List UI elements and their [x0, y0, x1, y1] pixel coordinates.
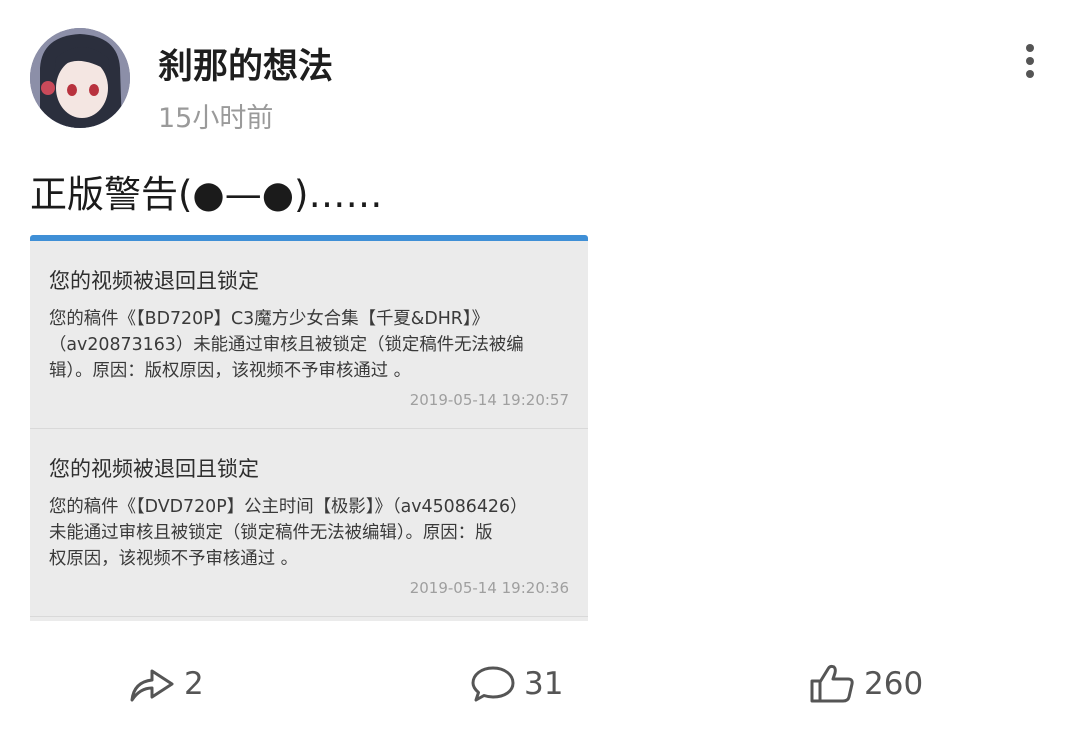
notice-item: 您的视频被退回且锁定 您的稿件《【BD720P】C3魔方少女合集【千夏&DHR】…	[30, 241, 588, 429]
share-count: 2	[184, 666, 204, 702]
comment-button[interactable]: 31	[470, 652, 563, 716]
action-bar: 2 31 260	[0, 652, 1080, 716]
notice-time: 2019-05-14 19:20:57	[409, 391, 569, 409]
share-button[interactable]: 2	[128, 652, 204, 716]
notice-body: 您的稿件《【DVD720P】公主时间【极影】》（av45086426） 未能通过…	[49, 497, 528, 569]
post-timestamp: 15小时前	[158, 103, 274, 134]
attached-screenshot[interactable]: 您的视频被退回且锁定 您的稿件《【BD720P】C3魔方少女合集【千夏&DHR】…	[30, 235, 588, 621]
avatar-image	[30, 28, 130, 128]
share-arrow-icon	[130, 669, 174, 702]
notice-title: 您的视频被退回且锁定	[49, 457, 259, 481]
comment-bubble-icon	[471, 666, 515, 702]
notice-item: 您的视频被退回且锁定 您的稿件《【DVD720P】公主时间【极影】》（av450…	[30, 429, 588, 617]
notice-title: 您的视频被退回且锁定	[49, 269, 259, 293]
post-text: 正版警告(●—●)……	[30, 173, 383, 216]
more-options-button[interactable]	[1010, 38, 1050, 84]
like-count: 260	[864, 666, 924, 702]
notice-body: 您的稿件《【BD720P】C3魔方少女合集【千夏&DHR】》 （av208731…	[49, 309, 524, 381]
more-vertical-icon	[1026, 44, 1034, 52]
avatar[interactable]	[30, 28, 130, 128]
thumbs-up-icon	[810, 664, 854, 703]
post-header: 刹那的想法 15小时前	[0, 0, 1080, 140]
comment-count: 31	[524, 666, 564, 702]
like-button[interactable]: 260	[808, 652, 923, 716]
notice-time: 2019-05-14 19:20:36	[409, 579, 569, 597]
author-name[interactable]: 刹那的想法	[158, 38, 333, 89]
